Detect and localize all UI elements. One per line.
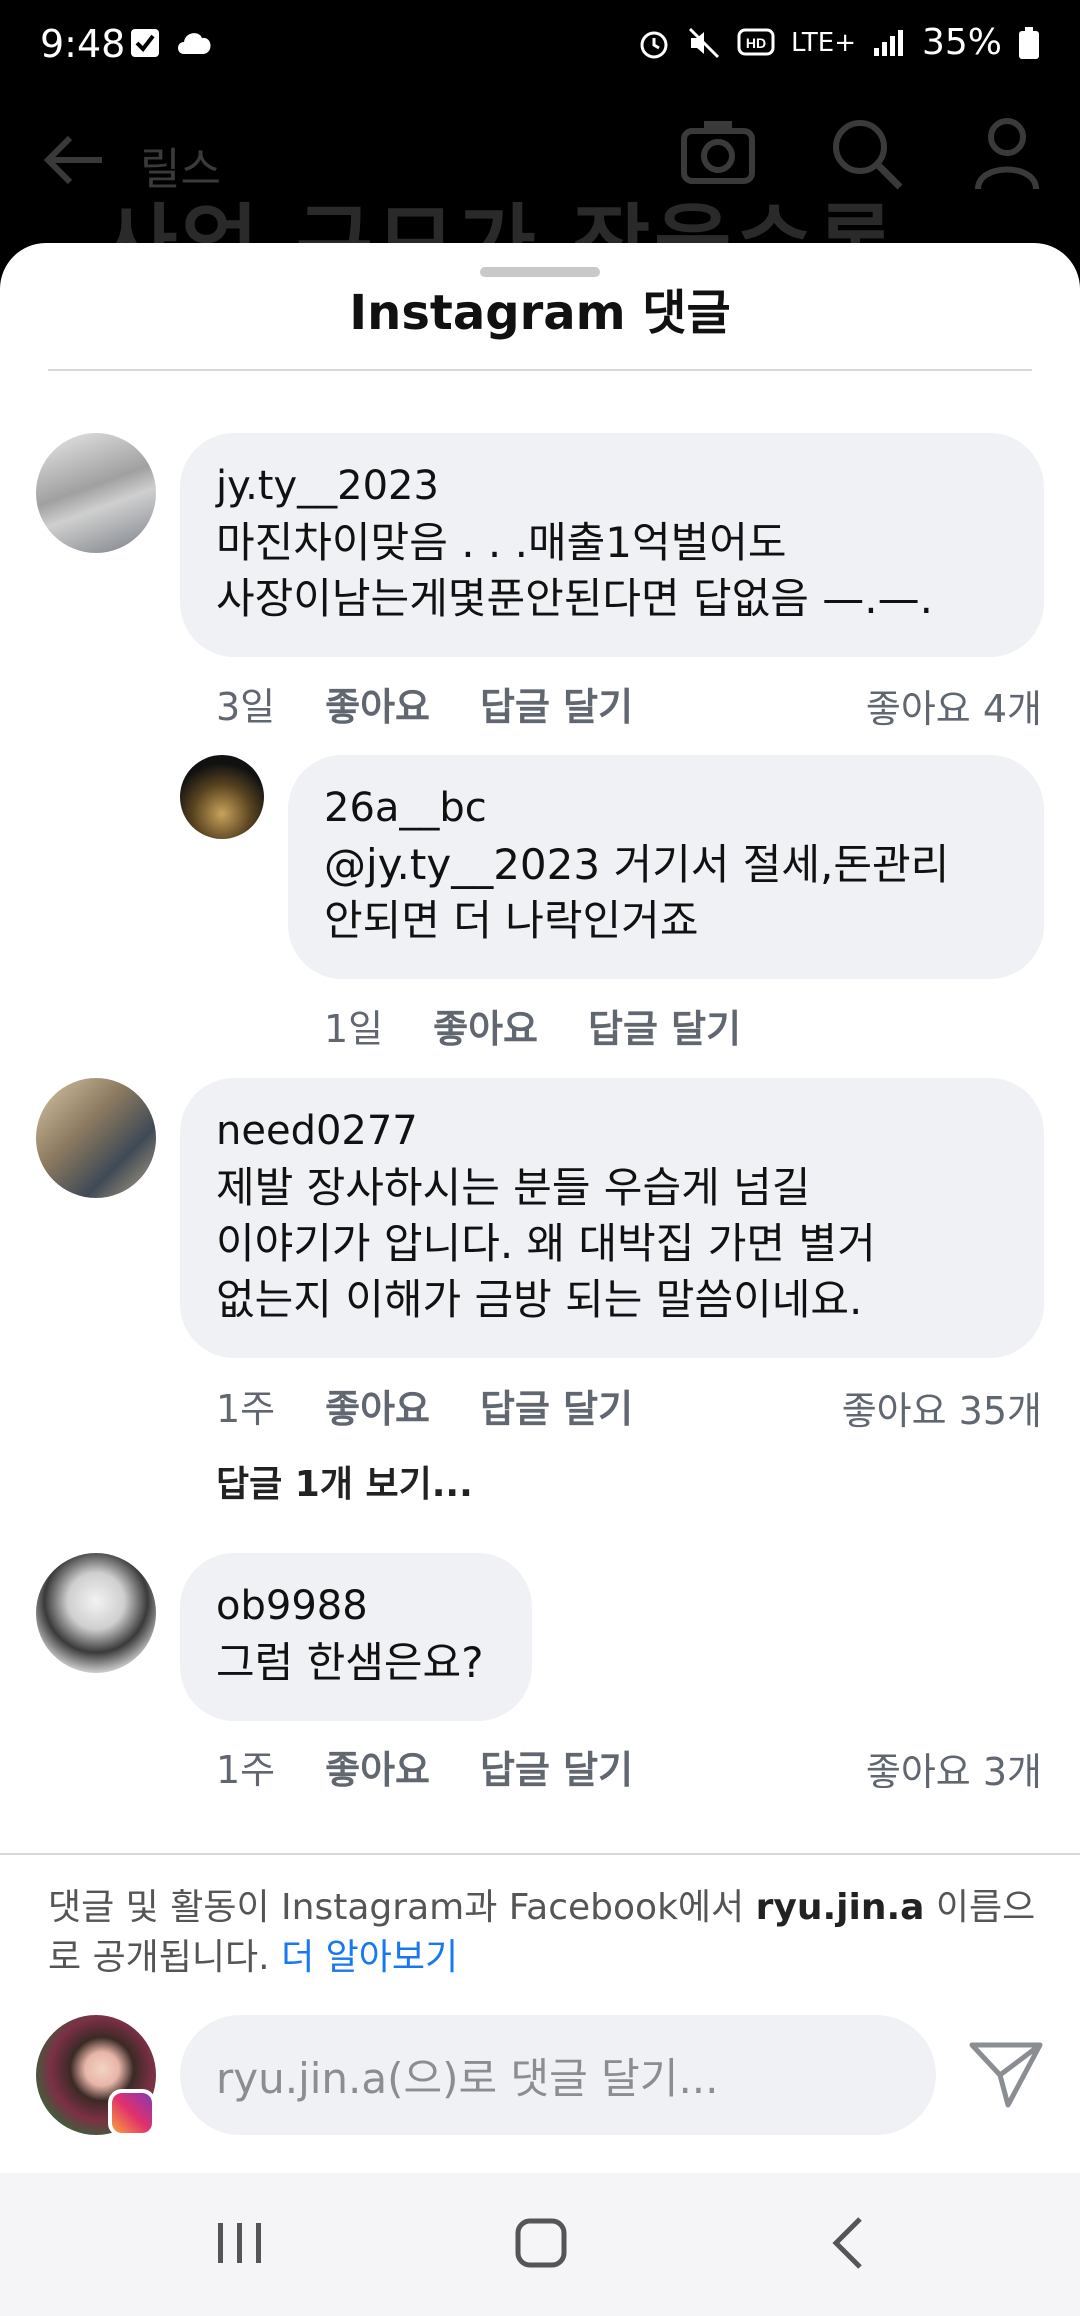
system-nav-bar <box>0 2173 1080 2316</box>
comment-time: 1주 <box>216 1747 276 1789</box>
view-replies-link[interactable]: 답글 1개 보기... <box>216 1455 473 1507</box>
like-count[interactable]: 좋아요 4개 <box>866 678 1042 733</box>
status-time: 9:48 <box>40 22 126 66</box>
like-count[interactable]: 좋아요 3개 <box>866 1741 1042 1788</box>
comment-text: 마진차이맞음 . . .매출1억벌어도 사장이남는게몇푼안된다면 답없음 —.—… <box>216 518 934 623</box>
back-icon[interactable] <box>820 2213 880 2273</box>
profile-icon <box>975 118 1039 190</box>
comment-time: 1일 <box>324 1006 384 1051</box>
comment-meta: 3일 좋아요 답글 달기 <box>216 676 633 731</box>
sheet-title: Instagram 댓글 <box>349 285 731 341</box>
background-toolbar <box>678 115 1040 191</box>
comment-bubble[interactable]: 26a__bc @jy.ty__2023 거기서 절세,돈관리 안되면 더 나락인… <box>288 755 1044 979</box>
comment-username[interactable]: 26a__bc <box>324 785 1008 831</box>
signal-icon <box>873 29 903 56</box>
notice-text: 댓글 및 활동이 Instagram과 Facebook에서 <box>48 1887 756 1928</box>
comment-meta: 1주 좋아요 답글 달기 <box>216 1378 633 1433</box>
comment-text: 제발 장사하시는 분들 우습게 넘길 이야기가 압니다. 왜 대박집 가면 별거… <box>216 1163 876 1324</box>
status-icons: HD LTE+ 35% <box>637 22 1040 63</box>
like-button[interactable]: 좋아요 <box>325 1378 430 1433</box>
background-app: 릴스 사업 규모가 작을수록 <box>0 95 1080 293</box>
like-count[interactable]: 좋아요 35개 <box>842 1380 1042 1435</box>
svg-text:HD: HD <box>746 35 766 51</box>
comment-time: 1주 <box>216 1386 276 1431</box>
comment-avatar[interactable] <box>36 1078 156 1198</box>
notification-icons <box>130 26 216 60</box>
status-bar: 9:48 HD LTE+ 35% <box>0 0 1080 95</box>
comment-composer: ryu.jin.a(으)로 댓글 달기... <box>0 2015 1080 2155</box>
comment-list[interactable]: jy.ty__2023 마진차이맞음 . . .매출1억벌어도 사장이남는게몇푼안… <box>0 433 1080 1788</box>
mute-icon <box>688 27 720 58</box>
like-button[interactable]: 좋아요 <box>325 1739 430 1789</box>
comment-avatar[interactable] <box>180 755 264 839</box>
comment-meta: 1주 좋아요 답글 달기 <box>216 1739 633 1789</box>
comment-username[interactable]: jy.ty__2023 <box>216 463 1008 509</box>
reply-button[interactable]: 답글 달기 <box>480 676 633 731</box>
battery-icon <box>1019 26 1039 59</box>
divider <box>48 369 1032 371</box>
comment-meta: 1일 좋아요 답글 달기 <box>324 998 741 1053</box>
comment-bubble[interactable]: jy.ty__2023 마진차이맞음 . . .매출1억벌어도 사장이남는게몇푼안… <box>180 433 1044 657</box>
learn-more-link[interactable]: 더 알아보기 <box>281 1937 458 1978</box>
comments-sheet: Instagram 댓글 jy.ty__2023 마진차이맞음 . . .매출1억… <box>0 243 1080 2173</box>
instagram-badge-icon <box>108 2089 156 2137</box>
camera-icon <box>681 121 755 184</box>
cloud-icon <box>178 33 211 54</box>
comment-input[interactable]: ryu.jin.a(으)로 댓글 달기... <box>180 2015 936 2135</box>
comment-text: @jy.ty__2023 거기서 절세,돈관리 안되면 더 나락인거죠 <box>324 840 950 945</box>
comment-username[interactable]: need0277 <box>216 1108 1008 1154</box>
reply-button[interactable]: 답글 달기 <box>480 1739 633 1789</box>
home-icon[interactable] <box>512 2213 572 2273</box>
checkbox-notification-icon <box>131 29 159 57</box>
like-button[interactable]: 좋아요 <box>433 998 538 1053</box>
comment-time: 3일 <box>216 684 276 729</box>
reply-button[interactable]: 답글 달기 <box>480 1378 633 1433</box>
comment-avatar[interactable] <box>36 1553 156 1673</box>
notice-username: ryu.jin.a <box>755 1887 925 1928</box>
comment-text: 그럼 한샘은요? <box>216 1638 484 1687</box>
divider <box>0 1853 1080 1855</box>
comment-avatar[interactable] <box>36 433 156 553</box>
like-button[interactable]: 좋아요 <box>325 676 430 731</box>
send-icon[interactable] <box>968 2039 1044 2111</box>
comment-bubble[interactable]: need0277 제발 장사하시는 분들 우습게 넘길 이야기가 압니다. 왜 대… <box>180 1078 1044 1358</box>
network-type: LTE+ <box>790 27 856 58</box>
comment-bubble[interactable]: ob9988 그럼 한샘은요? <box>180 1553 532 1721</box>
battery-percent: 35% <box>921 22 1002 63</box>
reply-button[interactable]: 답글 달기 <box>588 998 741 1053</box>
screen: 9:48 HD LTE+ 35% 릴스 사업 규모가 작을수록 Instagra… <box>0 0 1080 2316</box>
recent-apps-icon[interactable] <box>210 2213 270 2273</box>
hd-icon: HD <box>737 28 775 55</box>
search-icon <box>833 120 903 190</box>
comment-input-placeholder: ryu.jin.a(으)로 댓글 달기... <box>216 2053 719 2103</box>
privacy-notice: 댓글 및 활동이 Instagram과 Facebook에서 ryu.jin.a… <box>48 1883 1038 1983</box>
alarm-icon <box>640 31 668 58</box>
comment-username[interactable]: ob9988 <box>216 1583 496 1629</box>
